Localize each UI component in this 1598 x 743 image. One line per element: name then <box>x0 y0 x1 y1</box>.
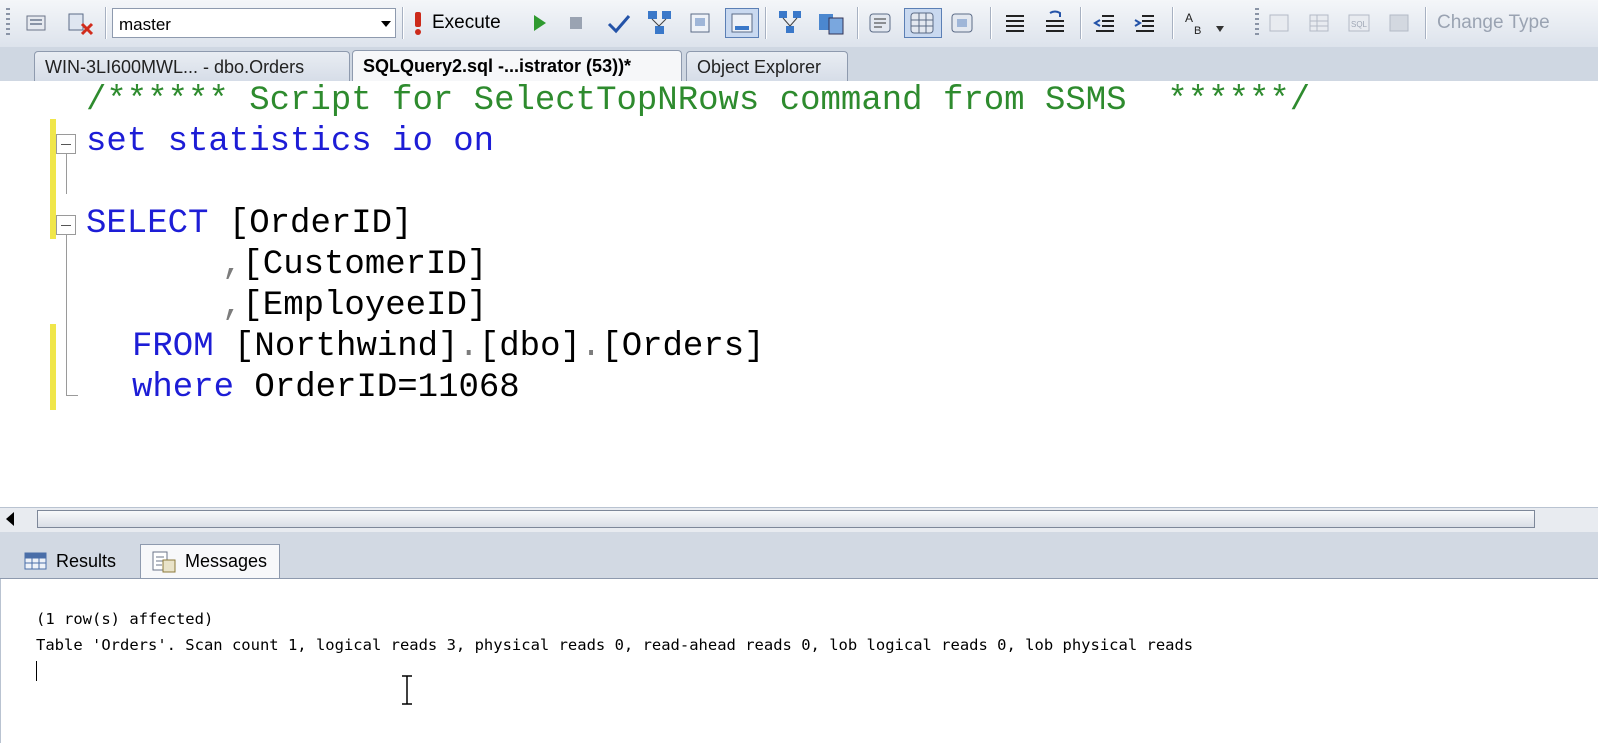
tab-object-explorer[interactable]: Object Explorer <box>686 51 848 81</box>
message-io-statistics: Table 'Orders'. Scan count 1, logical re… <box>36 636 1194 654</box>
code-text: [Northwind] <box>213 328 459 366</box>
results-to-text-icon[interactable] <box>866 8 892 38</box>
code-text: OrderID=11068 <box>234 369 520 407</box>
collapse-toggle[interactable] <box>56 215 76 235</box>
code-dot: . <box>580 328 602 366</box>
display-estimated-plan-icon[interactable] <box>646 8 672 38</box>
toolbar-grip-2[interactable] <box>1255 8 1259 38</box>
tab-results[interactable]: Results <box>14 544 142 578</box>
results-to-file-icon[interactable] <box>725 8 759 38</box>
disconnect-icon[interactable] <box>66 8 94 38</box>
chevron-down-icon <box>381 21 391 27</box>
svg-text:A: A <box>1185 11 1193 25</box>
outline-line <box>66 235 67 395</box>
stop-icon[interactable] <box>564 8 590 38</box>
message-rows-affected: (1 row(s) affected) <box>36 610 214 628</box>
database-select[interactable]: master <box>112 8 396 38</box>
client-stats-icon[interactable] <box>817 8 844 38</box>
code-text: [dbo] <box>478 328 581 366</box>
svg-text:B: B <box>1194 25 1201 37</box>
messages-icon <box>152 551 176 572</box>
tab-sqlquery2[interactable]: SQLQuery2.sql -...istrator (53))* <box>352 50 682 82</box>
keyword-select: SELECT <box>86 205 209 243</box>
grid-icon <box>24 552 47 570</box>
code-text: [CustomerID] <box>242 246 488 284</box>
execute-exclamation-icon <box>415 12 421 35</box>
comment-icon[interactable] <box>1002 8 1028 38</box>
parse-icon[interactable] <box>606 8 632 38</box>
collapse-toggle[interactable] <box>56 134 76 154</box>
execute-label: Execute <box>432 12 501 33</box>
scroll-left-icon[interactable] <box>6 512 14 526</box>
editor-gutter <box>0 81 50 507</box>
tab-label: WIN-3LI600MWL... - dbo.Orders <box>45 57 305 77</box>
outline-end <box>66 395 78 396</box>
keyword-where: where <box>132 369 235 407</box>
query-editor[interactable]: /****** Script for SelectTopNRows comman… <box>0 81 1598 507</box>
decrease-indent-icon[interactable] <box>1092 8 1118 38</box>
code-line-where: where OrderID=11068 <box>132 368 520 409</box>
results-to-grid-icon[interactable] <box>904 8 942 38</box>
keyword-from: FROM <box>132 328 214 366</box>
editor-horizontal-scrollbar[interactable] <box>0 507 1598 533</box>
tab-label: Results <box>56 550 117 571</box>
code-line-select: SELECT [OrderID] <box>86 204 412 245</box>
scrollbar-thumb[interactable] <box>37 510 1535 528</box>
uncomment-icon[interactable] <box>1042 8 1068 38</box>
tab-messages[interactable]: Messages <box>140 544 280 578</box>
disabled-sql-icon: SQL <box>1346 8 1372 38</box>
code-line-set-statistics: set statistics io on <box>86 123 495 161</box>
specify-template-values-icon[interactable]: AB <box>1182 8 1226 38</box>
results-to-file2-icon[interactable] <box>948 8 974 38</box>
messages-pane[interactable]: (1 row(s) affected) Table 'Orders'. Scan… <box>0 579 1598 743</box>
results-tab-strip: Results Messages <box>0 540 1598 579</box>
query-options-icon[interactable] <box>24 8 50 38</box>
code-line-employeeid: ,[EmployeeID] <box>222 286 487 327</box>
toolbar-grip[interactable] <box>6 8 10 38</box>
increase-indent-icon[interactable] <box>1132 8 1158 38</box>
debug-icon[interactable] <box>526 8 552 38</box>
code-line-from: FROM [Northwind].[dbo].[Orders] <box>132 327 765 368</box>
code-line-customerid: ,[CustomerID] <box>222 245 487 286</box>
document-tab-strip: WIN-3LI600MWL... - dbo.Orders SQLQuery2.… <box>0 47 1598 82</box>
ibeam-cursor-icon <box>402 675 412 705</box>
outline-line <box>66 154 67 194</box>
database-select-value: master <box>119 15 171 34</box>
svg-text:SQL: SQL <box>1351 20 1368 29</box>
tab-label: Messages <box>185 551 268 571</box>
code-text: [OrderID] <box>208 205 413 243</box>
execute-button[interactable]: Execute <box>412 8 501 38</box>
change-type-button[interactable]: Change Type <box>1437 12 1550 34</box>
include-plan-icon[interactable] <box>777 8 803 38</box>
tab-label: SQLQuery2.sql -...istrator (53))* <box>363 56 632 76</box>
code-dot: . <box>458 328 479 366</box>
code-comma: , <box>222 246 243 284</box>
sql-editor-toolbar: master Execute A B SQL Change Type <box>0 0 1598 48</box>
code-text: [Orders] <box>601 328 765 366</box>
disabled-tool-3-icon <box>1386 8 1412 38</box>
text-caret <box>36 661 37 681</box>
disabled-tool-1-icon <box>1266 8 1292 38</box>
code-comma: , <box>222 287 243 325</box>
disabled-tool-2-icon <box>1306 8 1332 38</box>
code-text: [EmployeeID] <box>242 287 488 325</box>
pane-splitter[interactable] <box>0 532 1598 540</box>
change-bar <box>50 324 56 410</box>
tab-orders-table[interactable]: WIN-3LI600MWL... - dbo.Orders <box>34 51 350 81</box>
tab-label: Object Explorer <box>697 57 822 77</box>
code-line-comment: /****** Script for SelectTopNRows comman… <box>86 82 1311 120</box>
query-designer-icon[interactable] <box>688 8 714 38</box>
